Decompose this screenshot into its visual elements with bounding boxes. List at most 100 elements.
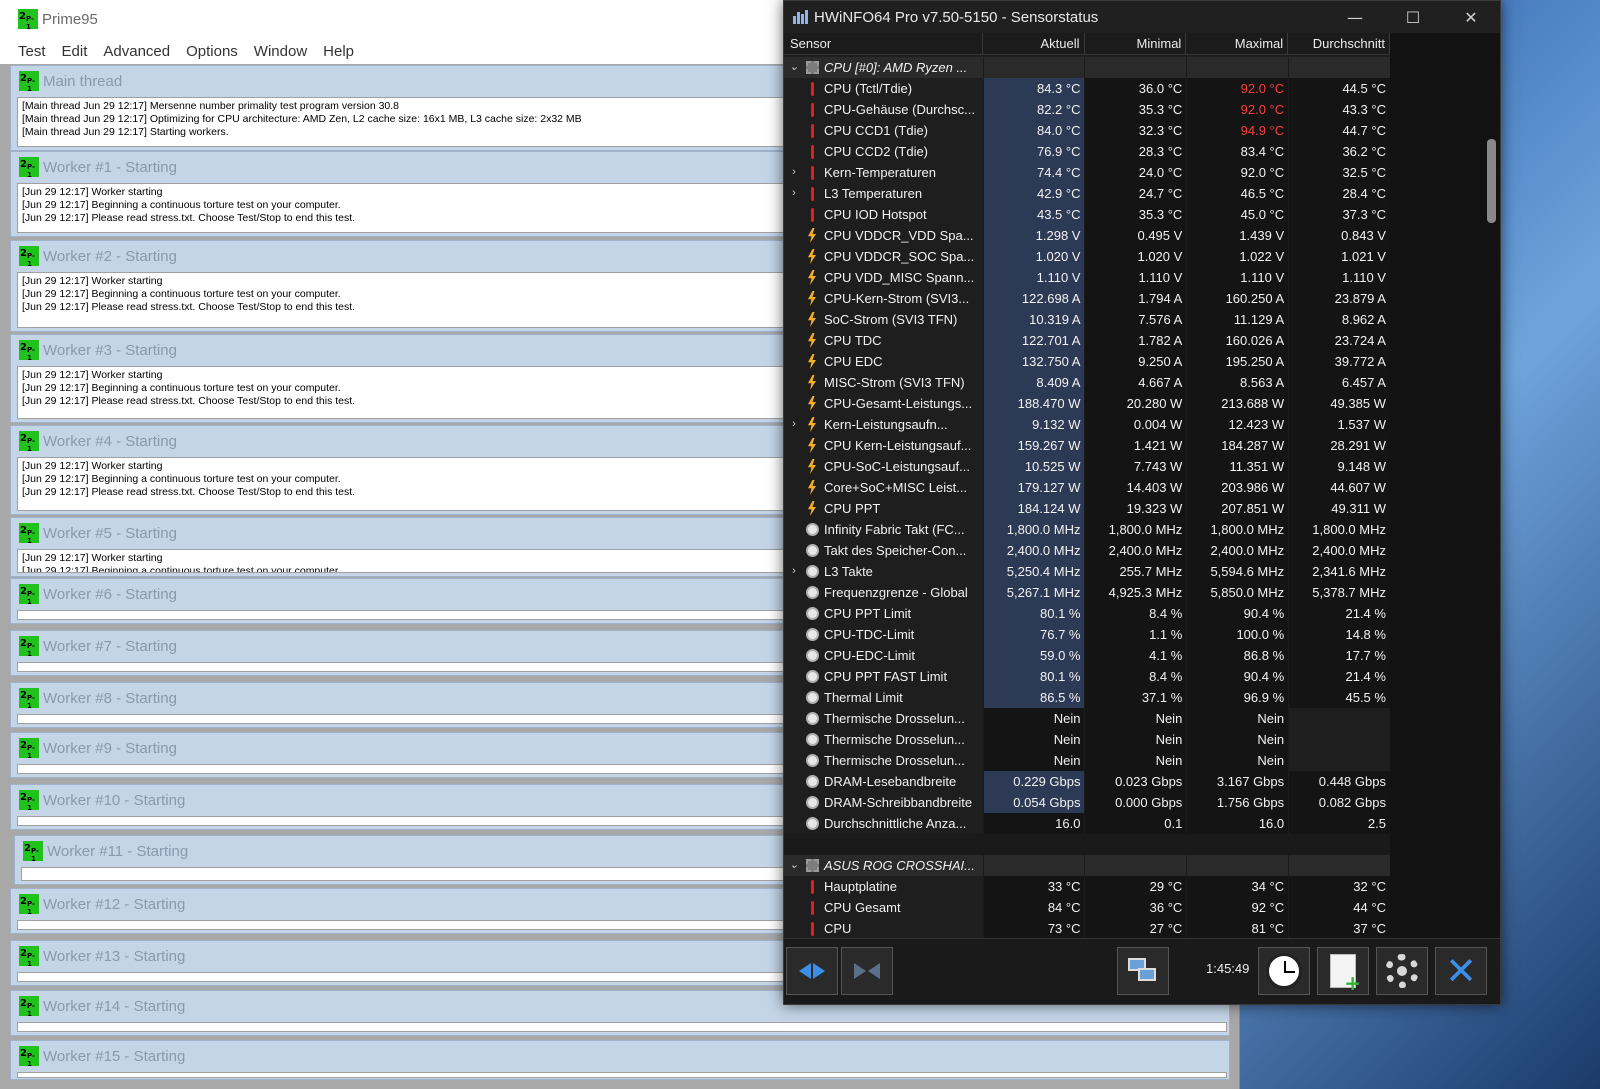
sensor-row[interactable]: Thermal Limit 86.5 % 37.1 % 96.9 % 45.5 % — [784, 687, 1390, 708]
worker-log[interactable] — [17, 1022, 1227, 1032]
worker-window-title: Worker #1 - Starting — [43, 158, 177, 176]
chevron-right-icon[interactable]: › — [784, 162, 804, 183]
clock-icon — [804, 648, 820, 664]
sensor-row[interactable]: CPU-Kern-Strom (SVI3... 122.698 A 1.794 A1… — [784, 288, 1390, 309]
sensor-row[interactable]: CPU PPT Limit 80.1 % 8.4 % 90.4 % 21.4 % — [784, 603, 1390, 624]
col-header-current[interactable]: Aktuell — [983, 33, 1085, 54]
hwinfo-window[interactable]: HWiNFO64 Pro v7.50-5150 - Sensorstatus —… — [783, 0, 1501, 1005]
lightning-icon — [804, 249, 820, 265]
chevron-down-icon[interactable]: ⌄ — [784, 57, 804, 78]
sensor-row[interactable]: CPU CCD1 (Tdie) 84.0 °C 32.3 °C 94.9 °C 44.7… — [784, 120, 1390, 141]
menu-window[interactable]: Window — [246, 43, 315, 60]
sensor-row[interactable]: CPU EDC 132.750 A 9.250 A 195.250 A 39.772 A — [784, 351, 1390, 372]
col-header-sensor[interactable]: Sensor — [784, 33, 983, 54]
value-max: 184.287 W — [1186, 435, 1289, 456]
col-header-max[interactable]: Maximal — [1186, 33, 1289, 54]
sensor-scrollbar[interactable] — [1486, 57, 1496, 939]
chevron-right-icon[interactable]: › — [784, 414, 804, 435]
sensor-row[interactable]: CPU VDDCR_VDD Spa... 1.298 V 0.495 V 1.439 … — [784, 225, 1390, 246]
logging-button[interactable] — [1317, 947, 1369, 995]
sensor-row[interactable]: › L3 Takte 5,250.4 MHz 255.7 MHz 5,594.6 MHz… — [784, 561, 1390, 582]
clock-icon — [804, 627, 820, 643]
worker-window-title: Worker #2 - Starting — [43, 247, 177, 265]
sensor-row[interactable]: CPU PPT 184.124 W 19.323 W 207.851 W 49.311 … — [784, 498, 1390, 519]
scroll-thumb[interactable] — [1487, 139, 1496, 223]
settings-button[interactable] — [1376, 947, 1428, 995]
sensor-row[interactable]: SoC-Strom (SVI3 TFN) 10.319 A 7.576 A 11.12… — [784, 309, 1390, 330]
sensor-row[interactable]: CPU Gesamt 84 °C 36 °C 92 °C 44 °C — [784, 897, 1390, 918]
value-current: Nein — [982, 708, 1085, 729]
sensor-name-cell: Thermal Limit — [784, 687, 983, 708]
sensor-label: SoC-Strom (SVI3 TFN) — [824, 312, 958, 327]
col-header-avg[interactable]: Durchschnitt — [1288, 33, 1390, 54]
close-sensors-button[interactable]: ✕ — [1435, 947, 1487, 995]
network-button[interactable] — [1117, 947, 1169, 995]
sensor-row[interactable]: Thermische Drosselun... Nein Nein Nein — [784, 708, 1390, 729]
sensor-row[interactable]: CPU-TDC-Limit 76.7 % 1.1 % 100.0 % 14.8 % — [784, 624, 1390, 645]
sensor-row[interactable]: CPU-EDC-Limit 59.0 % 4.1 % 86.8 % 17.7 % — [784, 645, 1390, 666]
chevron-right-icon[interactable]: › — [784, 561, 804, 582]
col-header-min[interactable]: Minimal — [1085, 33, 1187, 54]
sensor-row[interactable]: CPU TDC 122.701 A 1.782 A 160.026 A 23.724 A — [784, 330, 1390, 351]
worker-log[interactable] — [17, 1072, 1227, 1078]
clock-icon — [1266, 953, 1302, 989]
value-current: 179.127 W — [982, 477, 1085, 498]
maximize-button[interactable]: ☐ — [1384, 1, 1442, 33]
sensor-row[interactable]: CPU VDDCR_SOC Spa... 1.020 V 1.020 V 1.022 … — [784, 246, 1390, 267]
sensor-row[interactable]: Thermische Drosselun... Nein Nein Nein — [784, 729, 1390, 750]
thermometer-icon — [804, 81, 820, 97]
sensor-row[interactable]: › L3 Temperaturen 42.9 °C 24.7 °C 46.5 °C 28.… — [784, 183, 1390, 204]
chevron-right-icon[interactable]: › — [784, 183, 804, 204]
value-min: 9.250 A — [1084, 351, 1187, 372]
sensor-label: CPU-Gehäuse (Durchsc... — [824, 102, 975, 117]
expand-button[interactable] — [786, 947, 838, 995]
sensor-row[interactable]: CPU 73 °C 27 °C 81 °C 37 °C — [784, 918, 1390, 939]
worker-window[interactable]: Worker #15 - Starting — [10, 1040, 1230, 1080]
value-max: 90.4 % — [1186, 666, 1289, 687]
sensor-row[interactable]: DRAM-Schreibbandbreite 0.054 Gbps 0.000 Gb… — [784, 792, 1390, 813]
worker-window-titlebar[interactable]: Worker #15 - Starting — [11, 1041, 1229, 1071]
sensor-row[interactable]: Thermische Drosselun... Nein Nein Nein — [784, 750, 1390, 771]
sensor-row[interactable]: CPU-Gehäuse (Durchsc... 82.2 °C 35.3 °C 92.… — [784, 99, 1390, 120]
menu-edit[interactable]: Edit — [54, 43, 96, 60]
sensor-row[interactable]: › Kern-Leistungsaufn... 9.132 W 0.004 W 12.4… — [784, 414, 1390, 435]
sensor-row[interactable]: DRAM-Lesebandbreite 0.229 Gbps 0.023 Gbps 3… — [784, 771, 1390, 792]
sensor-row[interactable]: CPU IOD Hotspot 43.5 °C 35.3 °C 45.0 °C 37.3… — [784, 204, 1390, 225]
menu-test[interactable]: Test — [10, 43, 54, 60]
value-max: 94.9 °C — [1186, 120, 1289, 141]
sensor-row[interactable]: MISC-Strom (SVI3 TFN) 8.409 A 4.667 A 8.563… — [784, 372, 1390, 393]
sensor-row[interactable]: CPU (Tctl/Tdie) 84.3 °C 36.0 °C 92.0 °C 44.5… — [784, 78, 1390, 99]
minimize-button[interactable]: — — [1326, 1, 1384, 33]
chevron-down-icon[interactable]: ⌄ — [784, 855, 804, 876]
value-min: 24.0 °C — [1084, 162, 1187, 183]
sensor-group-row[interactable]: ⌄ CPU [#0]: AMD Ryzen ... — [784, 57, 1390, 78]
sensor-row[interactable]: CPU PPT FAST Limit 80.1 % 8.4 % 90.4 % 21.4 … — [784, 666, 1390, 687]
sensor-row[interactable]: Core+SoC+MISC Leist... 179.127 W 14.403 W2… — [784, 477, 1390, 498]
sensor-label: CPU-SoC-Leistungsauf... — [824, 459, 970, 474]
hwinfo-titlebar[interactable]: HWiNFO64 Pro v7.50-5150 - Sensorstatus —… — [784, 1, 1500, 33]
reset-timer-button[interactable] — [1258, 947, 1310, 995]
sensor-row[interactable]: CPU VDD_MISC Spann... 1.110 V 1.110 V 1.110… — [784, 267, 1390, 288]
value-max: 160.250 A — [1186, 288, 1289, 309]
sensor-row[interactable]: Takt des Speicher-Con... 2,400.0 MHz 2,400… — [784, 540, 1390, 561]
lightning-icon — [804, 438, 820, 454]
sensor-row[interactable]: CPU CCD2 (Tdie) 76.9 °C 28.3 °C 83.4 °C 36.2… — [784, 141, 1390, 162]
menu-help[interactable]: Help — [315, 43, 362, 60]
sensor-row[interactable]: Frequenzgrenze - Global 5,267.1 MHz 4,925.… — [784, 582, 1390, 603]
sensor-row[interactable]: CPU-SoC-Leistungsauf... 10.525 W 7.743 W 11… — [784, 456, 1390, 477]
sensor-row[interactable]: CPU-Gesamt-Leistungs... 188.470 W 20.280 W… — [784, 393, 1390, 414]
close-button[interactable]: ✕ — [1442, 1, 1500, 33]
sensor-row[interactable]: Hauptplatine 33 °C 29 °C 34 °C 32 °C — [784, 876, 1390, 897]
sensor-name-cell: Frequenzgrenze - Global — [784, 582, 983, 603]
sensor-row[interactable]: › Kern-Temperaturen 74.4 °C 24.0 °C 92.0 °C 3… — [784, 162, 1390, 183]
value-max: 203.986 W — [1186, 477, 1289, 498]
menu-options[interactable]: Options — [178, 43, 246, 60]
sensor-row[interactable]: CPU Kern-Leistungsauf... 159.267 W 1.421 W… — [784, 435, 1390, 456]
collapse-button[interactable] — [841, 947, 893, 995]
menu-advanced[interactable]: Advanced — [95, 43, 178, 60]
value-min: 1.421 W — [1084, 435, 1187, 456]
sensor-row[interactable]: Infinity Fabric Takt (FC... 1,800.0 MHz 1,… — [784, 519, 1390, 540]
sensor-group-row[interactable]: ⌄ ASUS ROG CROSSHAI... — [784, 855, 1390, 876]
clock-icon — [804, 522, 820, 538]
sensor-row[interactable]: Durchschnittliche Anza... 16.0 0.1 16.0 2.5 — [784, 813, 1390, 834]
